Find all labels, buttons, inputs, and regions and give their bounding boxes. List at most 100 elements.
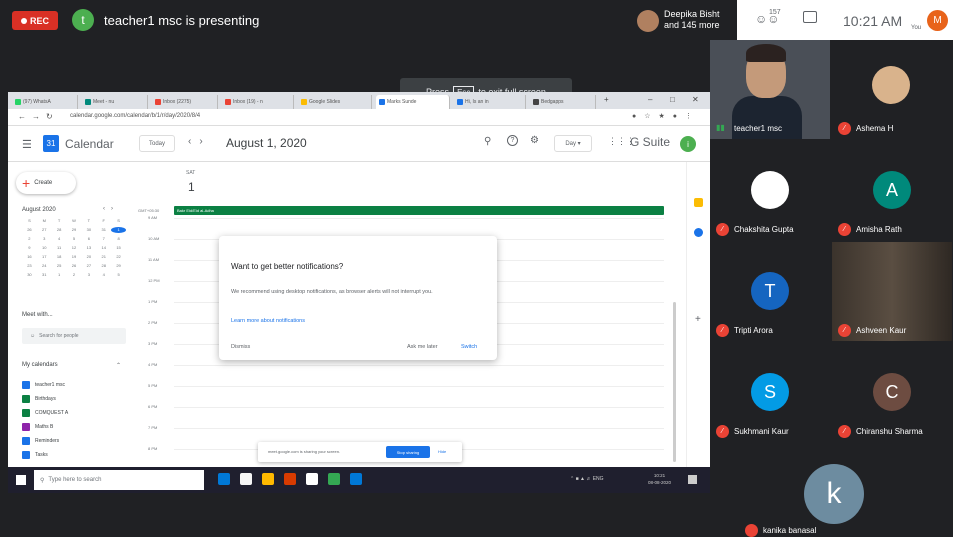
mini-day[interactable]: 3 <box>81 272 96 278</box>
user-avatar[interactable]: M <box>927 10 948 31</box>
menu-icon[interactable]: ☰ <box>22 138 32 151</box>
mini-day[interactable]: 29 <box>111 263 126 269</box>
participant-tile-large[interactable]: k kanika banasal <box>739 439 952 537</box>
switch-button[interactable]: Switch <box>461 344 477 350</box>
browser-tab[interactable]: Inbox (19) - n <box>222 95 294 109</box>
mini-day[interactable]: 5 <box>67 236 82 242</box>
mini-day[interactable]: 15 <box>111 245 126 251</box>
scrollbar[interactable] <box>673 302 676 462</box>
mini-day[interactable]: 31 <box>37 272 52 278</box>
browser-tab[interactable]: Hi, Is an in <box>454 95 526 109</box>
browser-tab[interactable]: Bedgapps <box>530 95 596 109</box>
calendar-list-item[interactable]: Reminders <box>22 434 68 448</box>
file-explorer-icon[interactable] <box>262 473 274 485</box>
participant-tile[interactable]: Ashema H <box>832 40 952 139</box>
mini-day[interactable]: 23 <box>22 263 37 269</box>
browser-tab-active[interactable]: Marks Sunde <box>376 95 450 109</box>
all-day-event[interactable]: Bakr Eid/Eid al-Adha <box>174 206 664 215</box>
participant-tile[interactable]: A Amisha Rath <box>832 141 952 240</box>
participant-tile[interactable]: Ashveen Kaur <box>832 242 952 341</box>
mini-day[interactable]: 30 <box>22 272 37 278</box>
mini-day[interactable]: 13 <box>81 245 96 251</box>
mini-calendar-nav-icon[interactable]: ‹› <box>103 206 119 212</box>
mini-day[interactable]: 26 <box>22 227 37 233</box>
url-field[interactable]: calendar.google.com/calendar/b/1/r/day/2… <box>70 113 200 119</box>
stop-sharing-button[interactable]: Stop sharing <box>386 446 430 458</box>
day-number[interactable]: 1 <box>188 180 195 194</box>
taskbar-clock[interactable]: 10:21 08-08-2020 <box>648 472 671 486</box>
help-icon[interactable]: ? <box>507 135 518 146</box>
participant-tile[interactable]: Chakshita Gupta <box>710 141 830 240</box>
search-people-input[interactable]: ☺ Search for people <box>22 328 126 344</box>
dismiss-button[interactable]: Dismiss <box>231 344 250 350</box>
mini-day[interactable]: 20 <box>81 254 96 260</box>
media-icon[interactable] <box>306 473 318 485</box>
mini-day[interactable]: 12 <box>67 245 82 251</box>
browser-tab[interactable]: Google Slides <box>298 95 372 109</box>
mini-day[interactable]: 5 <box>111 272 126 278</box>
calendar-list-item[interactable]: COMQUEST A <box>22 406 68 420</box>
mini-day[interactable]: 29 <box>67 227 82 233</box>
calendar-list-item[interactable]: Tasks <box>22 448 68 462</box>
hide-button[interactable]: Hide <box>438 449 446 454</box>
mini-day[interactable]: 9 <box>22 245 37 251</box>
new-tab-icon[interactable]: + <box>604 95 609 104</box>
gear-icon[interactable]: ⚙ <box>530 135 539 146</box>
maximize-icon[interactable]: □ <box>670 95 675 104</box>
add-addon-icon[interactable]: + <box>695 314 701 325</box>
calendar-list-item[interactable]: Maths B <box>22 420 68 434</box>
minimize-icon[interactable]: – <box>648 95 652 104</box>
chat-icon[interactable] <box>803 11 817 23</box>
chevron-up-icon[interactable]: ⌃ <box>116 362 121 369</box>
checkbox-icon[interactable] <box>22 423 30 431</box>
browser-tab[interactable]: (97) WhatsA <box>12 95 78 109</box>
checkbox-icon[interactable] <box>22 395 30 403</box>
mini-day[interactable]: 26 <box>67 263 82 269</box>
search-icon[interactable]: ⚲ <box>484 136 491 147</box>
participant-tile[interactable]: ▮▮ teacher1 msc <box>710 40 830 139</box>
mini-day[interactable]: 14 <box>96 245 111 251</box>
mini-day[interactable]: 3 <box>37 236 52 242</box>
mini-day[interactable]: 2 <box>22 236 37 242</box>
checkbox-icon[interactable] <box>22 437 30 445</box>
mini-day[interactable]: 2 <box>67 272 82 278</box>
chrome-icon[interactable] <box>328 473 340 485</box>
mini-day[interactable]: 7 <box>96 236 111 242</box>
mini-day[interactable]: 8 <box>111 236 126 242</box>
create-button[interactable]: + Create <box>16 172 76 194</box>
today-button[interactable]: Today <box>139 135 175 152</box>
mini-day[interactable]: 1 <box>111 227 126 233</box>
learn-more-link[interactable]: Learn more about notifications <box>231 318 305 324</box>
participant-tile[interactable]: C Chiranshu Sharma <box>832 343 952 442</box>
browser-tab[interactable]: Meet - nu <box>82 95 148 109</box>
view-select[interactable]: Day ▾ <box>554 135 592 152</box>
checkbox-icon[interactable] <box>22 381 30 389</box>
mini-day[interactable]: 18 <box>52 254 67 260</box>
browser-tab[interactable]: Inbox (2275) <box>152 95 218 109</box>
mini-day[interactable]: 24 <box>37 263 52 269</box>
windows-start-icon[interactable] <box>16 475 26 485</box>
mini-day[interactable]: 27 <box>81 263 96 269</box>
participant-tile[interactable]: S Sukhmani Kaur <box>710 343 830 442</box>
mini-day[interactable]: 16 <box>22 254 37 260</box>
mini-day[interactable]: 4 <box>52 236 67 242</box>
mini-day[interactable]: 28 <box>96 263 111 269</box>
mini-day[interactable]: 31 <box>96 227 111 233</box>
account-avatar[interactable]: i <box>680 136 696 152</box>
close-icon[interactable]: ✕ <box>692 95 699 104</box>
mini-day[interactable]: 10 <box>37 245 52 251</box>
tasks-icon[interactable] <box>694 228 703 237</box>
extension-icons[interactable]: ●☆★●⋮ <box>632 112 700 120</box>
calendar-list-item[interactable]: teacher1 msc <box>22 378 68 392</box>
calendar-list-item[interactable]: Birthdays <box>22 392 68 406</box>
checkbox-icon[interactable] <box>22 409 30 417</box>
mini-day[interactable]: 30 <box>81 227 96 233</box>
mini-day[interactable]: 19 <box>67 254 82 260</box>
taskbar-search[interactable]: ⚲ Type here to search <box>34 470 204 490</box>
participant-tile[interactable]: T Tripti Arora <box>710 242 830 341</box>
mini-day[interactable]: 1 <box>52 272 67 278</box>
ask-later-button[interactable]: Ask me later <box>407 344 438 350</box>
system-tray[interactable]: ⌃ ■ ▲ ♬ ENG <box>570 476 604 482</box>
mini-day[interactable]: 17 <box>37 254 52 260</box>
mini-day[interactable]: 25 <box>52 263 67 269</box>
